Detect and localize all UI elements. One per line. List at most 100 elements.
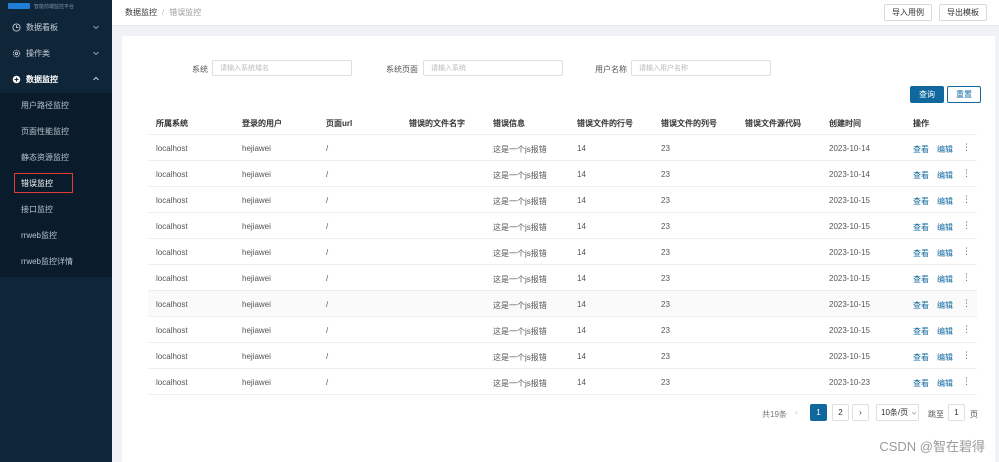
edit-button[interactable]: 编辑 [937, 300, 953, 311]
edit-button[interactable]: 编辑 [937, 274, 953, 285]
table-cell-url: / [326, 222, 329, 231]
more-actions-icon[interactable]: ⋮ [962, 168, 971, 179]
user-filter-input[interactable]: 请输入用户名称 [631, 60, 771, 76]
sidebar-item-dashboard[interactable]: 数据看板 [0, 16, 112, 38]
table-cell-created: 2023-10-15 [829, 326, 870, 335]
pagination-next-button[interactable]: › [852, 404, 869, 421]
view-button[interactable]: 查看 [913, 274, 929, 285]
more-actions-icon[interactable]: ⋮ [962, 246, 971, 257]
jump-label: 跳至 [928, 410, 944, 419]
more-actions-icon[interactable]: ⋮ [962, 298, 971, 309]
sidebar-item-label: 数据看板 [26, 22, 58, 32]
reset-button[interactable]: 重置 [947, 86, 981, 103]
sidebar-subitem-rrweb-detail[interactable]: rrweb监控详情 [0, 250, 112, 272]
view-button[interactable]: 查看 [913, 352, 929, 363]
search-button[interactable]: 查询 [910, 86, 944, 103]
breadcrumb-parent[interactable]: 数据监控 [125, 7, 157, 18]
page-size-value: 10条/页 [881, 408, 909, 417]
view-button[interactable]: 查看 [913, 144, 929, 155]
sidebar-subitem-label: rrweb监控详情 [21, 256, 74, 266]
breadcrumb: 数据监控 / 错误监控 [125, 7, 201, 18]
table-cell-url: / [326, 144, 329, 153]
more-actions-icon[interactable]: ⋮ [962, 272, 971, 283]
view-button[interactable]: 查看 [913, 222, 929, 233]
chevron-up-icon [93, 76, 99, 81]
edit-button[interactable]: 编辑 [937, 352, 953, 363]
clock-icon [12, 22, 21, 32]
table-cell-column: 23 [661, 378, 670, 387]
table-cell-system: localhost [156, 248, 188, 257]
highlight-box [14, 173, 73, 193]
table-row: localhost hejiawei / 这是一个js报错 14 23 2023-10-15… [148, 239, 977, 265]
pagination-prev-button[interactable]: ‹ [788, 404, 805, 421]
edit-button[interactable]: 编辑 [937, 326, 953, 337]
more-actions-icon[interactable]: ⋮ [962, 220, 971, 231]
sidebar-subitem-error-monitoring[interactable]: 错误监控 [0, 172, 112, 194]
column-header: 错误的文件名字 [409, 119, 465, 128]
table-cell-system: localhost [156, 326, 188, 335]
sidebar-subitem-user-path[interactable]: 用户路径监控 [0, 94, 112, 116]
view-button[interactable]: 查看 [913, 326, 929, 337]
more-actions-icon[interactable]: ⋮ [962, 142, 971, 153]
edit-button[interactable]: 编辑 [937, 248, 953, 259]
more-actions-icon[interactable]: ⋮ [962, 350, 971, 361]
table-cell-user: hejiawei [242, 274, 271, 283]
jump-page-input[interactable]: 1 [948, 404, 965, 421]
sidebar-item-data-monitoring[interactable]: 数据监控 [0, 68, 112, 90]
pagination-page-2[interactable]: 2 [832, 404, 849, 421]
more-actions-icon[interactable]: ⋮ [962, 324, 971, 335]
table-cell-line: 14 [577, 326, 586, 335]
sidebar-item-label: 操作类 [26, 48, 50, 58]
table-cell-column: 23 [661, 274, 670, 283]
page-filter-input[interactable]: 请输入系统 [423, 60, 563, 76]
table-row: localhost hejiawei / 这是一个js报错 14 23 2023-10-14… [148, 135, 977, 161]
plus-circle-icon [12, 75, 21, 84]
table-cell-system: localhost [156, 352, 188, 361]
table-cell-line: 14 [577, 248, 586, 257]
sidebar-subitem-api-monitoring[interactable]: 接口监控 [0, 198, 112, 220]
sidebar-subitem-static-resources[interactable]: 静态资源监控 [0, 146, 112, 168]
column-header: 错误文件的列号 [661, 119, 717, 128]
import-cases-button[interactable]: 导入用例 [884, 4, 932, 21]
view-button[interactable]: 查看 [913, 300, 929, 311]
table-cell-created: 2023-10-23 [829, 378, 870, 387]
chevron-down-icon [93, 25, 99, 30]
sidebar-subitem-rrweb[interactable]: rrweb监控 [0, 224, 112, 246]
table-cell-line: 14 [577, 144, 586, 153]
pagination-total: 共19条 [762, 410, 787, 419]
view-button[interactable]: 查看 [913, 196, 929, 207]
table-cell-user: hejiawei [242, 300, 271, 309]
edit-button[interactable]: 编辑 [937, 196, 953, 207]
pagination-page-1[interactable]: 1 [810, 404, 827, 421]
table-cell-column: 23 [661, 170, 670, 179]
edit-button[interactable]: 编辑 [937, 170, 953, 181]
sidebar-item-operations[interactable]: 操作类 [0, 42, 112, 64]
sidebar-item-label: 数据监控 [26, 74, 58, 84]
page-unit-label: 页 [970, 410, 978, 419]
page-size-select[interactable]: 10条/页 [876, 404, 919, 421]
column-header: 错误信息 [493, 119, 525, 128]
sidebar-subitem-label: 静态资源监控 [21, 152, 69, 162]
gear-icon [12, 49, 21, 58]
table-cell-user: hejiawei [242, 326, 271, 335]
system-filter-input[interactable]: 请输入系统域名 [212, 60, 352, 76]
more-actions-icon[interactable]: ⋮ [962, 376, 971, 387]
edit-button[interactable]: 编辑 [937, 144, 953, 155]
table-cell-line: 14 [577, 352, 586, 361]
export-template-button[interactable]: 导出模板 [939, 4, 987, 21]
table-cell-system: localhost [156, 170, 188, 179]
more-actions-icon[interactable]: ⋮ [962, 194, 971, 205]
view-button[interactable]: 查看 [913, 170, 929, 181]
sidebar-subitem-page-performance[interactable]: 页面性能监控 [0, 120, 112, 142]
table-cell-message: 这是一个js报错 [493, 353, 547, 362]
table-cell-system: localhost [156, 144, 188, 153]
topbar: 数据监控 / 错误监控 导入用例 导出模板 [112, 0, 999, 26]
edit-button[interactable]: 编辑 [937, 378, 953, 389]
table-cell-url: / [326, 196, 329, 205]
table-cell-message: 这是一个js报错 [493, 301, 547, 310]
breadcrumb-separator: / [162, 8, 165, 17]
view-button[interactable]: 查看 [913, 248, 929, 259]
edit-button[interactable]: 编辑 [937, 222, 953, 233]
table-cell-line: 14 [577, 274, 586, 283]
view-button[interactable]: 查看 [913, 378, 929, 389]
